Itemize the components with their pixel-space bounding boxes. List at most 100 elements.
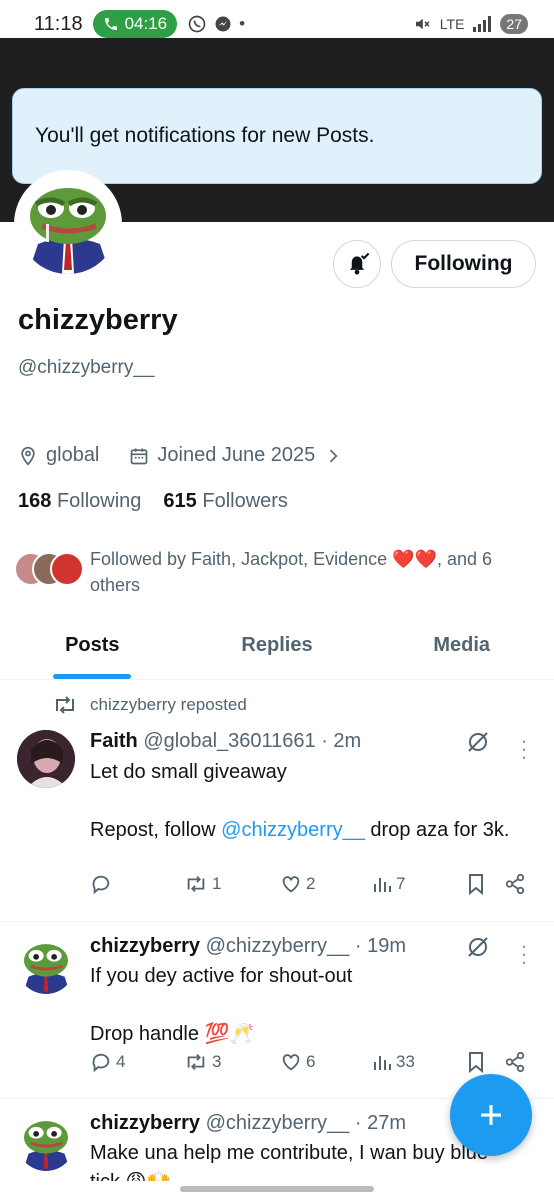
bookmark-button[interactable] bbox=[466, 873, 486, 895]
share-button[interactable] bbox=[504, 873, 526, 895]
post-author-handle[interactable]: @chizzyberry__ bbox=[206, 935, 350, 957]
repost-count: 3 bbox=[212, 1052, 222, 1071]
whatsapp-icon bbox=[187, 14, 207, 34]
repost-icon bbox=[184, 1052, 208, 1072]
post-text-line: tick 😩🙌 bbox=[90, 1168, 530, 1181]
post-author-handle[interactable]: @global_36011661 bbox=[143, 730, 315, 752]
reply-count: 4 bbox=[116, 1052, 126, 1071]
repost-button[interactable]: 3 bbox=[184, 1052, 221, 1072]
post-author-name[interactable]: chizzyberry bbox=[90, 935, 200, 957]
share-icon bbox=[504, 1051, 526, 1073]
repost-count: 1 bbox=[212, 874, 222, 893]
follower-avatars bbox=[14, 552, 84, 592]
compose-post-button[interactable] bbox=[450, 1074, 532, 1156]
post-text: If you dey active for shout-out Drop han… bbox=[90, 962, 530, 1049]
views-chart-icon bbox=[372, 1052, 392, 1072]
post-header: chizzyberry @chizzyberry__ · 27m bbox=[90, 1112, 406, 1135]
tab-replies[interactable]: Replies bbox=[185, 612, 370, 679]
post-text-line: If you dey active for shout-out bbox=[90, 965, 353, 987]
views-chart-icon bbox=[372, 874, 392, 894]
reply-icon bbox=[90, 1051, 112, 1073]
bookmark-button[interactable] bbox=[466, 1051, 486, 1073]
post-header: chizzyberry @chizzyberry__ · 19m bbox=[90, 935, 406, 958]
home-indicator[interactable] bbox=[180, 1186, 374, 1192]
post-time: · 2m bbox=[321, 730, 362, 752]
share-icon bbox=[504, 873, 526, 895]
heart-icon bbox=[280, 873, 302, 895]
views-count: 33 bbox=[396, 1052, 415, 1071]
views-button[interactable]: 33 bbox=[372, 1052, 415, 1072]
location-pin-icon bbox=[18, 446, 38, 466]
repost-label: chizzyberry reposted bbox=[90, 695, 247, 714]
battery-indicator: 27 bbox=[500, 14, 528, 34]
like-count: 2 bbox=[306, 874, 316, 893]
profile-handle: @chizzyberry__ bbox=[18, 357, 155, 378]
notifications-bell-button[interactable] bbox=[333, 240, 381, 288]
like-button[interactable]: 2 bbox=[280, 873, 315, 895]
following-label: Following bbox=[56, 490, 142, 512]
mention-link[interactable]: @chizzyberry__ bbox=[221, 819, 365, 841]
phone-icon bbox=[103, 16, 119, 32]
follow-counts: 168 Following 615 Followers bbox=[18, 490, 288, 513]
views-button[interactable]: 7 bbox=[372, 874, 405, 894]
profile-meta: global Joined June 2025 bbox=[18, 444, 343, 467]
mini-avatar bbox=[50, 552, 84, 586]
share-button[interactable] bbox=[504, 1051, 526, 1073]
post-author-avatar[interactable] bbox=[17, 730, 75, 788]
post-item[interactable]: chizzyberry reposted Faith @global_36011… bbox=[0, 681, 554, 922]
tab-posts[interactable]: Posts bbox=[0, 612, 185, 679]
following-button[interactable]: Following bbox=[391, 240, 536, 288]
post-author-avatar[interactable] bbox=[17, 1113, 75, 1171]
post-time: · 27m bbox=[354, 1112, 406, 1134]
post-author-avatar[interactable] bbox=[17, 936, 75, 994]
like-count: 6 bbox=[306, 1052, 316, 1071]
ongoing-call-pill[interactable]: 04:16 bbox=[92, 10, 178, 38]
post-author-handle[interactable]: @chizzyberry__ bbox=[206, 1112, 350, 1134]
call-duration: 04:16 bbox=[124, 14, 168, 33]
notification-icons: • bbox=[187, 14, 245, 34]
plus-icon bbox=[476, 1100, 506, 1130]
profile-avatar[interactable] bbox=[14, 170, 122, 278]
following-count-link[interactable]: 168 Following bbox=[18, 490, 141, 513]
dot-icon: • bbox=[239, 14, 246, 33]
notification-toast: You'll get notifications for new Posts. bbox=[12, 88, 542, 184]
reply-icon bbox=[90, 873, 112, 895]
mute-icon bbox=[412, 15, 432, 33]
profile-tabs: Posts Replies Media bbox=[0, 612, 554, 680]
followers-count-link[interactable]: 615 Followers bbox=[163, 490, 288, 513]
bookmark-icon bbox=[466, 873, 486, 895]
chevron-right-icon[interactable] bbox=[323, 446, 343, 466]
repost-indicator: chizzyberry reposted bbox=[52, 695, 247, 715]
followed-by-row[interactable]: Followed by Faith, Jackpot, Evidence ❤️❤… bbox=[14, 546, 520, 598]
repost-icon bbox=[184, 874, 208, 894]
followed-by-text: Followed by Faith, Jackpot, Evidence ❤️❤… bbox=[90, 549, 493, 595]
like-button[interactable]: 6 bbox=[280, 1051, 315, 1073]
signal-icon bbox=[472, 16, 492, 32]
post-author-name[interactable]: Faith bbox=[90, 730, 138, 752]
profile-display-name: chizzyberry bbox=[18, 304, 178, 336]
post-text: Let do small giveaway Repost, follow @ch… bbox=[90, 758, 530, 845]
grok-icon[interactable] bbox=[466, 730, 490, 754]
post-text-line: Drop handle 💯🥂 bbox=[90, 1023, 255, 1045]
network-type: LTE bbox=[439, 16, 465, 32]
post-author-name[interactable]: chizzyberry bbox=[90, 1112, 200, 1134]
repost-icon bbox=[52, 695, 78, 715]
reply-button[interactable] bbox=[90, 873, 116, 895]
messenger-icon bbox=[213, 14, 233, 34]
followers-count: 615 bbox=[163, 490, 197, 512]
system-icons: LTE 27 bbox=[412, 14, 528, 34]
profile-location: global bbox=[46, 444, 100, 466]
post-item[interactable]: chizzyberry @chizzyberry__ · 19m · · · If … bbox=[0, 922, 554, 1099]
toast-text: You'll get notifications for new Posts. bbox=[35, 124, 375, 147]
following-count: 168 bbox=[18, 490, 52, 512]
calendar-icon bbox=[129, 446, 149, 466]
post-text-line: Let do small giveaway bbox=[90, 761, 287, 783]
bookmark-icon bbox=[466, 1051, 486, 1073]
repost-button[interactable]: 1 bbox=[184, 874, 221, 894]
tab-media[interactable]: Media bbox=[369, 612, 554, 679]
heart-icon bbox=[280, 1051, 302, 1073]
followers-label: Followers bbox=[202, 490, 288, 512]
status-time: 11:18 bbox=[34, 12, 83, 35]
reply-button[interactable]: 4 bbox=[90, 1051, 125, 1073]
grok-icon[interactable] bbox=[466, 935, 490, 959]
